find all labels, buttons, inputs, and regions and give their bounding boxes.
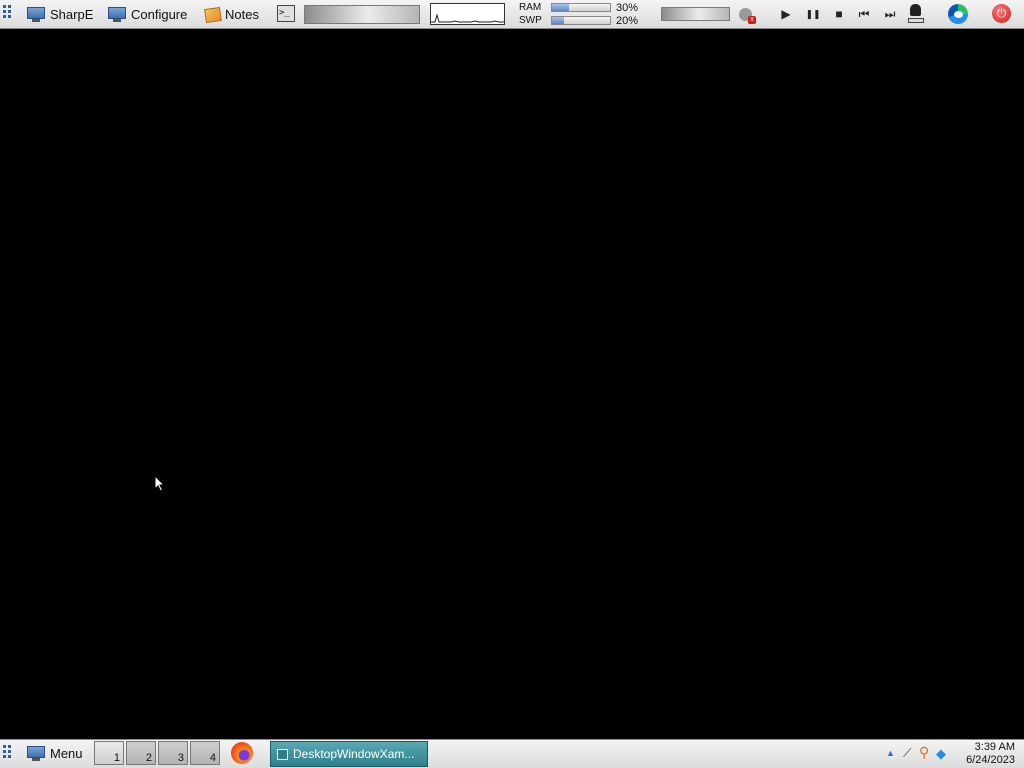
window-icon — [277, 748, 288, 760]
search-icon[interactable]: ⚲ — [919, 744, 929, 761]
monitor-icon — [26, 6, 46, 23]
play-icon[interactable]: ▶ — [778, 6, 794, 22]
ram-percent: 30% — [616, 2, 639, 14]
swap-meter — [551, 16, 611, 25]
power-icon[interactable]: ⏻ — [992, 4, 1011, 23]
menu-label: Menu — [50, 746, 83, 761]
previous-icon[interactable]: ⏮ — [856, 6, 872, 22]
workspace-4[interactable]: 4 — [190, 741, 220, 765]
monitor-icon — [26, 745, 46, 762]
configure-label: Configure — [131, 7, 188, 22]
swap-label: SWP — [519, 15, 542, 26]
next-icon[interactable]: ⏭ — [882, 6, 898, 22]
ram-meter — [551, 3, 611, 12]
notes-label: Notes — [225, 7, 259, 22]
workspace-3[interactable]: 3 — [158, 741, 188, 765]
audio-muted-icon[interactable]: x — [738, 6, 756, 24]
terminal-icon[interactable]: >_ — [277, 5, 295, 22]
firefox-icon[interactable] — [231, 742, 253, 764]
ram-meter-fill — [552, 4, 570, 11]
browser-icon[interactable] — [948, 4, 968, 24]
tray-expand-icon[interactable]: ▲ — [886, 748, 895, 758]
cube-icon[interactable]: ◆ — [936, 746, 946, 762]
clock-date: 6/24/2023 — [966, 754, 1015, 766]
panel-grip-icon[interactable] — [3, 745, 13, 763]
stop-icon[interactable]: ■ — [831, 6, 847, 22]
sharpe-label: SharpE — [50, 7, 94, 22]
volume-slider[interactable] — [661, 7, 730, 21]
task-progress-widget — [304, 5, 420, 24]
workspace-2[interactable]: 2 — [126, 741, 156, 765]
taskbar-window-label: DesktopWindowXam... — [293, 747, 415, 761]
swap-meter-fill — [552, 17, 564, 24]
configure-launcher[interactable]: Configure — [107, 4, 187, 25]
ram-label: RAM — [519, 2, 542, 13]
notes-launcher[interactable]: Notes — [204, 4, 259, 25]
taskbar-window-button[interactable]: DesktopWindowXam... — [270, 741, 428, 767]
cpu-graph — [430, 3, 505, 25]
desktop-area[interactable] — [0, 30, 1024, 739]
clock[interactable]: 3:39 AM 6/24/2023 — [961, 741, 1015, 767]
mouse-pointer-icon — [154, 475, 166, 492]
start-menu-button[interactable]: Menu — [26, 743, 83, 764]
sharpe-launcher[interactable]: SharpE — [26, 4, 93, 25]
panel-grip-icon[interactable] — [3, 5, 13, 23]
workspace-1[interactable]: 1 — [94, 741, 124, 765]
monitor-icon — [107, 6, 127, 23]
system-monitor-icon[interactable] — [908, 4, 924, 24]
pause-icon[interactable]: ❚❚ — [805, 6, 821, 22]
notes-icon — [204, 6, 222, 23]
swap-percent: 20% — [616, 15, 639, 27]
network-icon[interactable]: ⟋ — [903, 746, 911, 761]
clock-time: 3:39 AM — [974, 741, 1015, 753]
